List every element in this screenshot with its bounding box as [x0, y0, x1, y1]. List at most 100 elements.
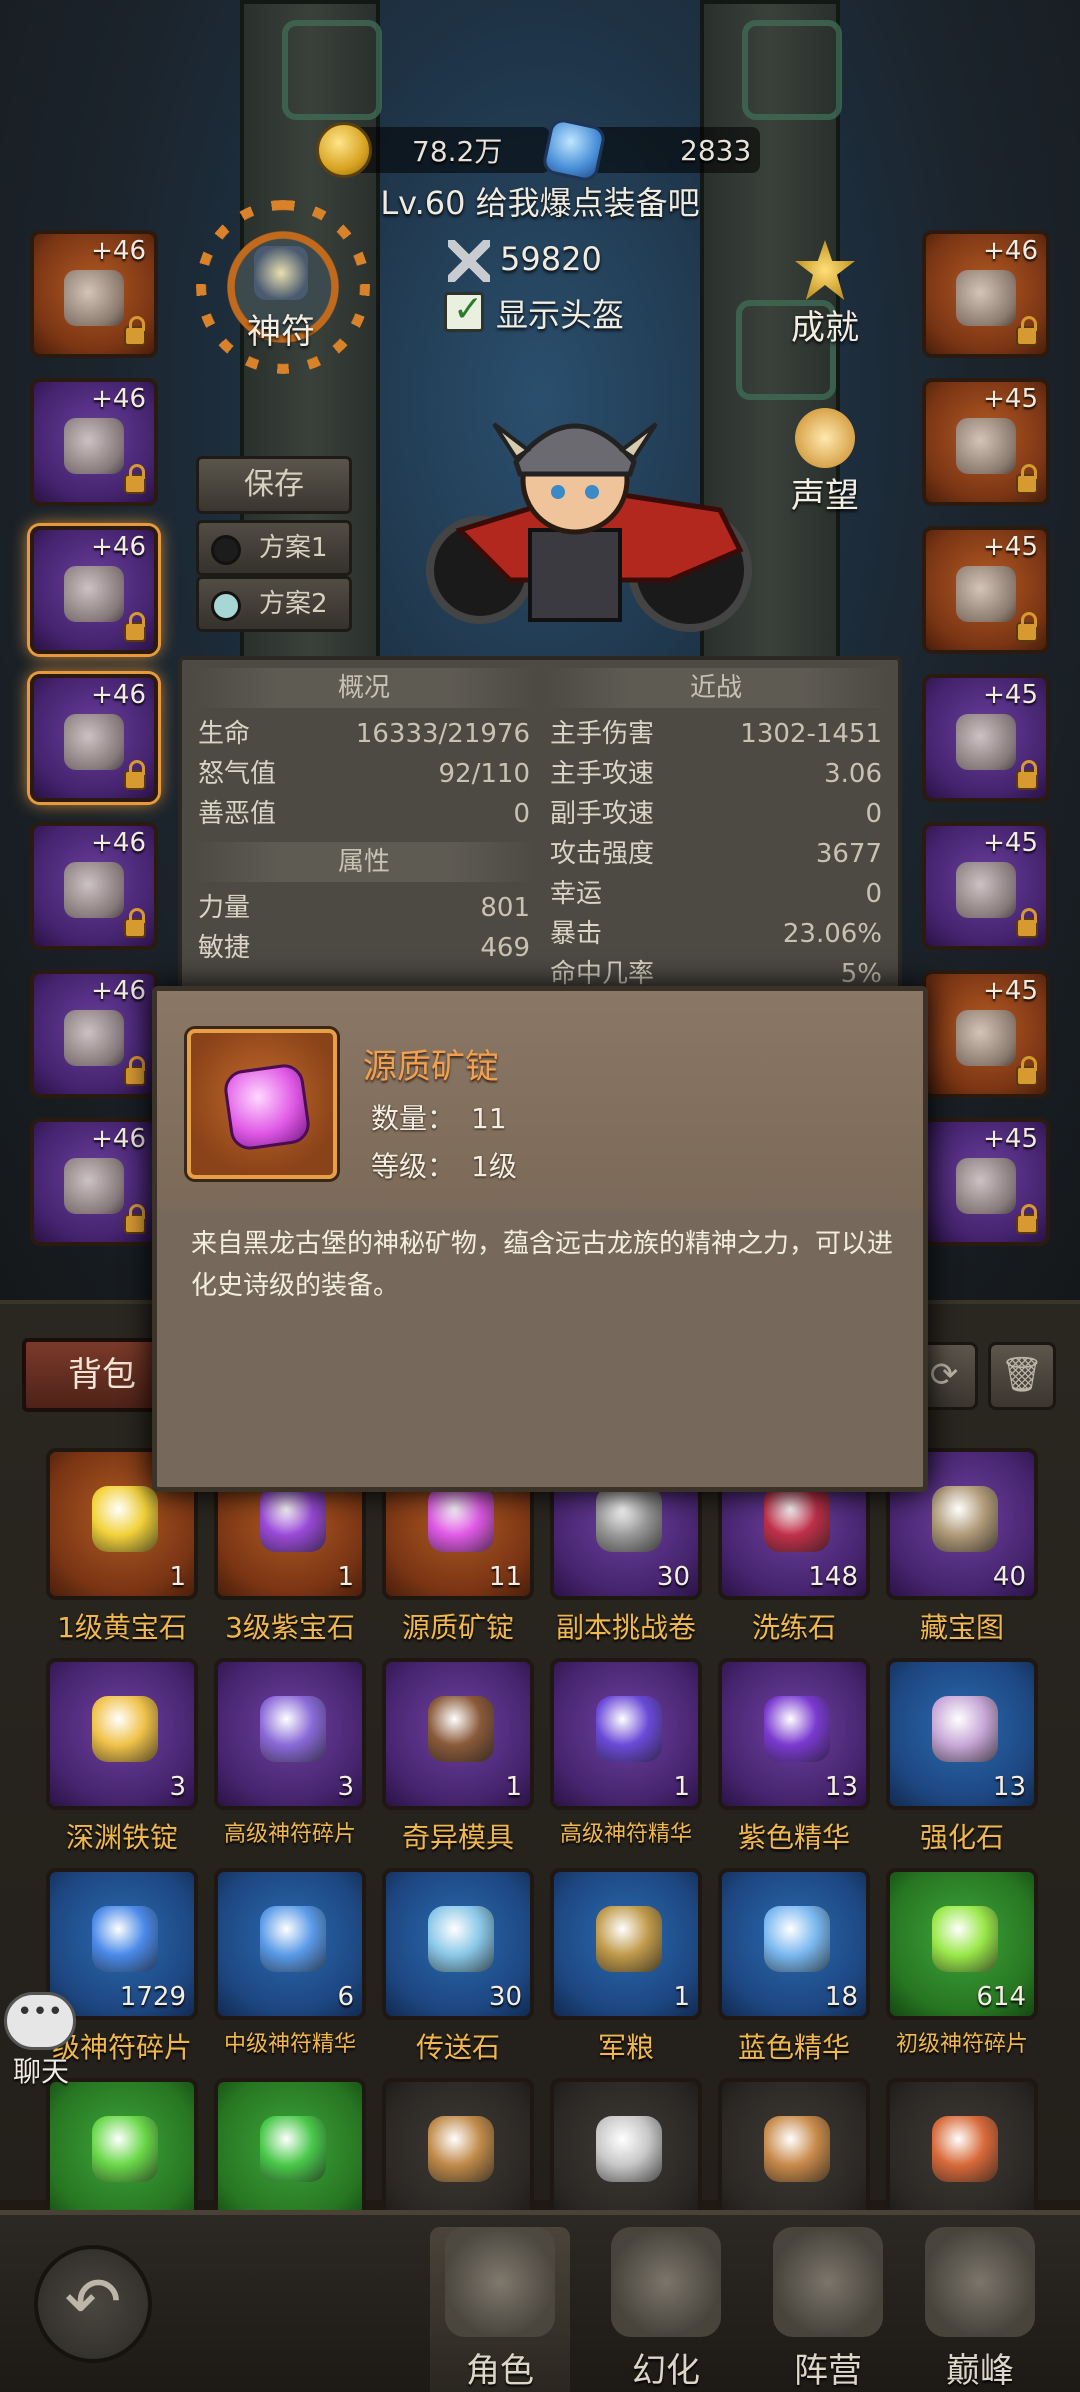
lock-icon [1016, 760, 1038, 790]
item-count: 11 [488, 1562, 522, 1592]
inventory-item[interactable]: 30 [382, 1868, 534, 2020]
equipment-slot[interactable]: +45 [922, 526, 1050, 654]
inventory-item[interactable]: 1 [550, 1658, 702, 1810]
inventory-item[interactable]: 6 [214, 1868, 366, 2020]
stat-value: 0 [513, 799, 530, 829]
equipment-slot[interactable]: +46 [30, 1118, 158, 1246]
tooltip-quantity: 数量： 11 [371, 1097, 507, 1137]
gem-currency[interactable]: 2833 [540, 116, 752, 184]
equipment-item-icon [956, 270, 1016, 326]
slot-enhance-level: +45 [983, 1124, 1038, 1154]
stat-value: 3.06 [824, 759, 882, 789]
inventory-item[interactable]: 1 [550, 1868, 702, 2020]
equipment-slot[interactable]: +45 [922, 970, 1050, 1098]
level-label: 等级： [371, 1150, 456, 1183]
inventory-item[interactable] [886, 2078, 1038, 2230]
item-name: 高级神符精华 [559, 1822, 692, 1847]
inventory-item[interactable] [46, 2078, 198, 2230]
gem-amount: 2833 [680, 133, 752, 167]
equipment-slot[interactable]: +45 [922, 378, 1050, 506]
hero-character[interactable] [420, 380, 760, 650]
inventory-item[interactable]: 13 [886, 1658, 1038, 1810]
equipment-slot[interactable]: +46 [30, 378, 158, 506]
inventory-item[interactable]: 13 [718, 1658, 870, 1810]
slot-enhance-level: +46 [91, 532, 146, 562]
nav-tab[interactable]: 幻化 [596, 2227, 736, 2392]
tooltip-item-name: 源质矿锭 [363, 1047, 499, 1087]
stat-name: 善恶值 [198, 799, 277, 829]
rune-button[interactable]: 神符 [226, 246, 336, 353]
trash-button[interactable]: 🗑 [988, 1342, 1056, 1410]
item-name: 奇异模具 [401, 1821, 514, 1854]
back-button[interactable]: ↶ [34, 2245, 152, 2363]
equipment-slot[interactable]: +45 [922, 674, 1050, 802]
equipment-slot[interactable]: +45 [922, 822, 1050, 950]
game-screen: 78.2万 2833 Lv.60 给我爆点装备吧 神符 成就 声望 59820 … [0, 0, 1080, 2392]
item-count: 30 [656, 1562, 690, 1592]
nav-tab-label: 阵营 [794, 2351, 862, 2391]
stat-row: 善恶值 0 [194, 794, 534, 834]
equipment-slot[interactable]: +46 [30, 674, 158, 802]
item-count: 3 [337, 1772, 354, 1802]
equipment-slot[interactable]: +45 [922, 1118, 1050, 1246]
item-name: 源质矿锭 [401, 1611, 514, 1644]
gold-currency[interactable]: 78.2万 [316, 122, 502, 178]
stat-name: 幸运 [550, 879, 603, 909]
nav-tab[interactable]: 角色 [430, 2227, 570, 2392]
chat-button[interactable]: ••• 聊天 [4, 1992, 78, 2090]
plan-2-radio[interactable]: 方案2 [196, 576, 352, 632]
slot-enhance-level: +46 [91, 384, 146, 414]
combat-power: 59820 [500, 240, 602, 278]
chat-bubble-icon: ••• [4, 1992, 76, 2050]
item-count: 614 [976, 1982, 1026, 2012]
inventory-item[interactable]: 614 [886, 1868, 1038, 2020]
item-icon [764, 1696, 830, 1762]
inventory-item[interactable] [214, 2078, 366, 2230]
rune-helmet-icon [254, 246, 308, 300]
item-icon [764, 1486, 830, 1552]
lock-icon [1016, 464, 1038, 494]
inventory-item[interactable] [382, 2078, 534, 2230]
stat-row: 副手攻速 0 [546, 794, 886, 834]
lock-icon [124, 464, 146, 494]
equipment-slot[interactable]: +46 [30, 526, 158, 654]
nav-tab-label: 幻化 [632, 2351, 700, 2391]
inventory-item[interactable] [550, 2078, 702, 2230]
stat-row: 敏捷 469 [194, 928, 534, 968]
reputation-button[interactable]: 声望 [770, 408, 880, 517]
item-count: 40 [992, 1562, 1026, 1592]
inventory-item[interactable]: 3 [46, 1658, 198, 1810]
stat-value: 801 [480, 893, 530, 923]
nav-tab[interactable]: 阵营 [758, 2227, 898, 2392]
inventory-item[interactable]: 18 [718, 1868, 870, 2020]
show-helmet-checkbox[interactable]: ✓ [444, 289, 484, 332]
equipment-slot[interactable]: +46 [30, 230, 158, 358]
achievement-button[interactable]: 成就 [770, 240, 880, 349]
item-icon [92, 1906, 158, 1972]
item-icon [92, 2116, 158, 2182]
item-icon [764, 1906, 830, 1972]
inventory-item[interactable]: 3 [214, 1658, 366, 1810]
item-count: 13 [824, 1772, 858, 1802]
stat-name: 生命 [198, 719, 251, 749]
item-count: 18 [824, 1982, 858, 2012]
inventory-item[interactable]: 1 [382, 1658, 534, 1810]
slot-enhance-level: +45 [983, 828, 1038, 858]
equipment-item-icon [956, 566, 1016, 622]
item-name: 传送石 [415, 2031, 500, 2064]
item-count: 30 [488, 1982, 522, 2012]
stat-name: 攻击强度 [550, 839, 655, 869]
equipment-item-icon [956, 1158, 1016, 1214]
equipment-slot[interactable]: +46 [922, 230, 1050, 358]
inventory-item[interactable] [718, 2078, 870, 2230]
item-name: 中级神符精华 [223, 2032, 356, 2057]
item-icon [260, 2116, 326, 2182]
slot-enhance-level: +46 [91, 1124, 146, 1154]
item-icon [932, 1486, 998, 1552]
equipment-slot[interactable]: +46 [30, 822, 158, 950]
item-name: 军粮 [597, 2031, 654, 2064]
equipment-slot[interactable]: +46 [30, 970, 158, 1098]
save-button[interactable]: 保存 [196, 456, 352, 514]
plan-1-radio[interactable]: 方案1 [196, 520, 352, 576]
nav-tab[interactable]: 巅峰 [910, 2227, 1050, 2392]
